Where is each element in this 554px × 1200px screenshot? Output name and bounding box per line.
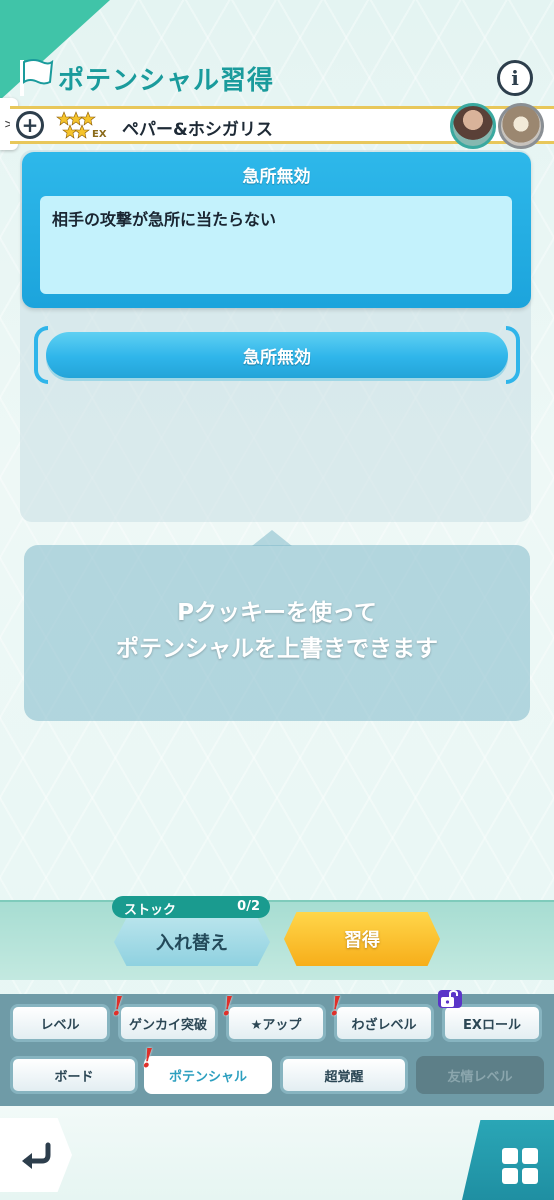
rarity-badge: EX (92, 129, 107, 140)
tab-limit-break[interactable]: ゲンカイ突破 (118, 1004, 218, 1042)
info-message-line2: ポテンシャルを上書きできます (116, 636, 438, 662)
tab-move-level[interactable]: わざレベル (334, 1004, 434, 1042)
page-title: ポテンシャル習得 (58, 66, 275, 96)
back-arrow-icon (22, 1142, 51, 1169)
info-button[interactable]: i (497, 60, 533, 96)
character-bar: + EX ペパー&ホシガリス (10, 103, 554, 149)
info-message-line1: Pクッキーを使って (177, 600, 377, 626)
character-name: ペパー&ホシガリス (122, 120, 273, 140)
stock-value: 0/2 (237, 899, 260, 914)
action-strip (0, 900, 554, 980)
limit-break-alert-icon: ! (112, 992, 124, 1022)
rarity-stars-icon: EX (56, 111, 107, 140)
swap-button[interactable]: 入れ替え (114, 918, 270, 966)
learn-button[interactable]: 習得 (284, 912, 440, 966)
tab-star-up[interactable]: ★アップ (226, 1004, 326, 1042)
skill-card: 急所無効 相手の攻撃が急所に当たらない (22, 152, 531, 308)
tab-super-awakening[interactable]: 超覚醒 (280, 1056, 408, 1094)
tab-ex-role[interactable]: EXロール (442, 1004, 542, 1042)
tab-friendship-level: 友情レベル (416, 1056, 544, 1094)
info-message: Pクッキーを使って ポテンシャルを上書きできます (24, 595, 530, 667)
stock-counter: ストック 0/2 (112, 896, 270, 918)
tab-potential[interactable]: ポテンシャル (144, 1056, 272, 1094)
trainer-avatar[interactable] (450, 103, 496, 149)
tab-level[interactable]: レベル (10, 1004, 110, 1042)
potential-slot: 急所無効 (34, 326, 520, 384)
back-button[interactable] (0, 1118, 72, 1192)
skill-description: 相手の攻撃が急所に当たらない (52, 210, 277, 229)
info-message-box: Pクッキーを使って ポテンシャルを上書きできます (24, 545, 530, 721)
slot-bracket-right (506, 326, 520, 384)
grid-menu-icon (502, 1148, 538, 1184)
move-level-alert-icon: ! (330, 992, 342, 1022)
stock-label: ストック (124, 903, 177, 918)
plus-icon[interactable]: + (16, 111, 44, 139)
pokemon-avatar[interactable] (498, 103, 544, 149)
potential-slot-button[interactable]: 急所無効 (46, 332, 508, 378)
header: ポテンシャル習得 i (0, 52, 554, 102)
skill-description-box: 相手の攻撃が急所に当たらない (40, 196, 512, 294)
unlock-icon (438, 990, 462, 1008)
message-pointer (252, 530, 292, 546)
flag-icon (20, 59, 54, 96)
star-up-alert-icon: ! (222, 992, 234, 1022)
skill-title: 急所無効 (242, 167, 311, 187)
tab-board[interactable]: ボード (10, 1056, 138, 1094)
potential-alert-icon: ! (142, 1044, 154, 1074)
